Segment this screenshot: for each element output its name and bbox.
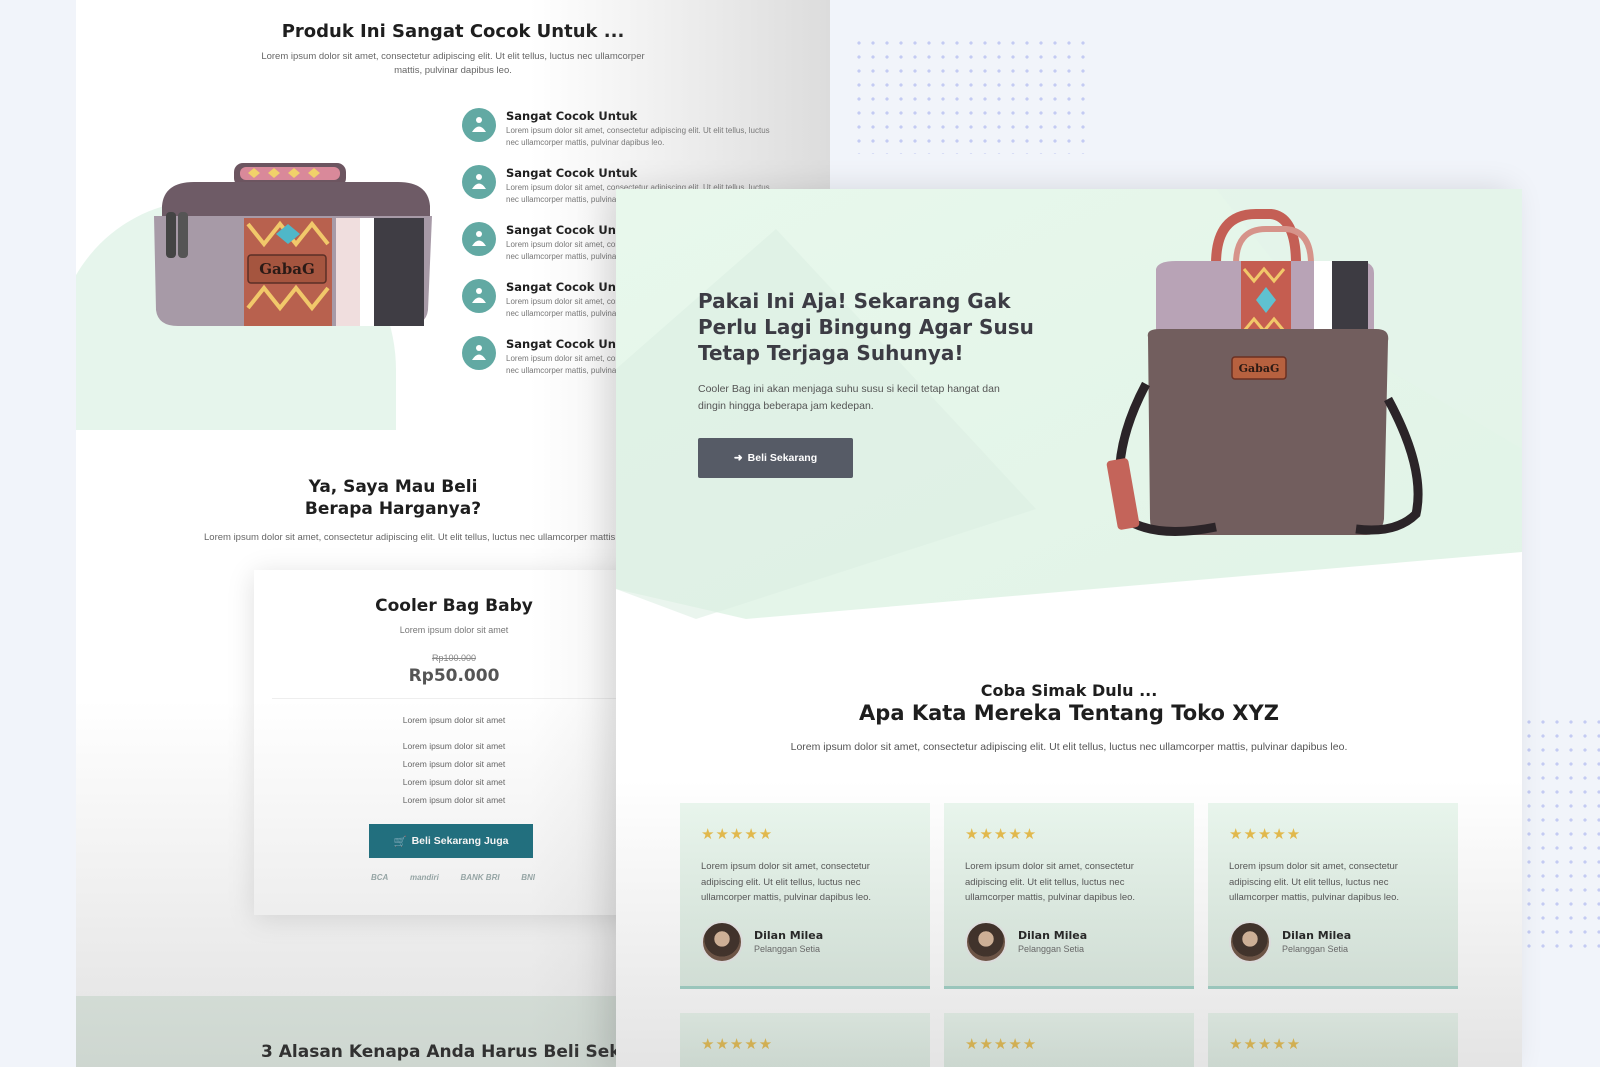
reviewer-name: Dilan Milea <box>1282 929 1352 942</box>
buy-now-too-button[interactable]: 🛒 Beli Sekarang Juga <box>369 824 533 858</box>
feature-title: Sangat Cocok Untuk <box>506 109 638 123</box>
feature-item: Sangat Cocok Untuk Lorem ipsum dolor sit… <box>462 108 782 154</box>
product-subtitle: Lorem ipsum dolor sit amet <box>399 625 509 635</box>
bank-logo-bca: BCA <box>371 873 389 882</box>
bank-logo-bni: BNI <box>521 873 535 882</box>
cart-icon: 🛒 <box>393 835 407 848</box>
reviewer-role: Pelanggan Setia <box>1282 944 1349 954</box>
testimonial-card: ★★★★★ Lorem ipsum dolor sit amet, consec… <box>1208 803 1458 989</box>
right-page-preview: Pakai Ini Aja! Sekarang Gak Perlu Lagi B… <box>616 189 1522 1067</box>
divider <box>272 698 636 699</box>
dot-pattern-right <box>1522 715 1600 955</box>
feature-description: Lorem ipsum dolor sit amet, consectetur … <box>506 126 770 147</box>
testimonial-quote: Lorem ipsum dolor sit amet, consectetur … <box>701 861 872 903</box>
star-rating-icon: ★★★★★ <box>965 826 1038 843</box>
testimonial-card: ★★★★★ Lorem ipsum dolor sit amet, consec… <box>944 803 1194 989</box>
testimonials-pretitle: Coba Simak Dulu ... <box>980 681 1158 700</box>
mother-baby-icon <box>462 279 496 313</box>
testimonial-quote: Lorem ipsum dolor sit amet, consectetur … <box>1229 861 1400 903</box>
section-title-cocok: Produk Ini Sangat Cocok Untuk ... <box>281 21 625 42</box>
cooler-case-image: GabaG <box>154 163 432 326</box>
mother-baby-icon <box>462 165 496 199</box>
testimonial-card: ★★★★★ <box>680 1013 930 1067</box>
svg-text:GabaG: GabaG <box>259 260 315 278</box>
avatar <box>701 921 743 963</box>
pricing-feature: Lorem ipsum dolor sit amet <box>402 715 506 725</box>
new-price: Rp50.000 <box>408 666 500 686</box>
pricing-feature: Lorem ipsum dolor sit amet <box>402 759 506 769</box>
bank-logos: BCA mandiri BANK BRI BNI <box>371 873 535 882</box>
reviewer-name: Dilan Milea <box>754 929 824 942</box>
testimonial-card: ★★★★★ <box>944 1013 1194 1067</box>
testimonial-card: ★★★★★ <box>1208 1013 1458 1067</box>
arrow-circle-icon: ➜ <box>733 452 743 464</box>
mother-baby-icon <box>462 108 496 142</box>
testimonials-subtitle: Lorem ipsum dolor sit amet, consectetur … <box>790 741 1348 753</box>
pricing-card: Cooler Bag Baby Lorem ipsum dolor sit am… <box>254 570 654 915</box>
star-rating-icon: ★★★★★ <box>701 1036 774 1053</box>
pricing-feature: Lorem ipsum dolor sit amet <box>402 795 506 805</box>
section-subtitle-cocok: Lorem ipsum dolor sit amet, consectetur … <box>236 50 670 78</box>
mother-baby-icon <box>462 222 496 256</box>
svg-text:GabaG: GabaG <box>1239 362 1280 375</box>
bank-logo-mandiri: mandiri <box>409 873 439 882</box>
pricing-feature: Lorem ipsum dolor sit amet <box>402 777 506 787</box>
star-rating-icon: ★★★★★ <box>701 826 774 843</box>
subtitle-line: mattis, pulvinar dapibus leo. <box>394 65 512 76</box>
reviewer-role: Pelanggan Setia <box>754 944 821 954</box>
buy-now-button[interactable]: ➜ Beli Sekarang <box>698 438 853 478</box>
hero-title: Pakai Ini Aja! Sekarang Gak Perlu Lagi B… <box>698 289 1034 365</box>
cooler-bag-image: GabaG <box>1106 209 1423 536</box>
dot-pattern-top <box>852 36 1092 154</box>
star-rating-icon: ★★★★★ <box>965 1036 1038 1053</box>
testimonial-quote: Lorem ipsum dolor sit amet, consectetur … <box>965 861 1136 903</box>
mother-baby-icon <box>462 336 496 370</box>
product-name: Cooler Bag Baby <box>375 596 533 616</box>
subtitle-line: Lorem ipsum dolor sit amet, consectetur … <box>261 51 645 62</box>
star-rating-icon: ★★★★★ <box>1229 826 1302 843</box>
avatar <box>1229 921 1271 963</box>
reviewer-role: Pelanggan Setia <box>1018 944 1085 954</box>
pricing-feature: Lorem ipsum dolor sit amet <box>402 741 506 751</box>
testimonials-title: Apa Kata Mereka Tentang Toko XYZ <box>859 701 1279 725</box>
testimonial-card: ★★★★★ Lorem ipsum dolor sit amet, consec… <box>680 803 930 989</box>
bank-logo-bri: BANK BRI <box>460 873 500 882</box>
hero-description: Cooler Bag ini akan menjaga suhu susu si… <box>698 383 1000 412</box>
feature-title: Sangat Cocok Untuk <box>506 166 638 180</box>
button-label: Beli Sekarang Juga <box>411 835 509 847</box>
avatar <box>965 921 1007 963</box>
pricing-features-list: Lorem ipsum dolor sit amet Lorem ipsum d… <box>254 715 654 813</box>
old-price: Rp100.000 <box>431 653 477 663</box>
button-label: Beli Sekarang <box>747 452 818 464</box>
reviewer-name: Dilan Milea <box>1018 929 1088 942</box>
star-rating-icon: ★★★★★ <box>1229 1036 1302 1053</box>
